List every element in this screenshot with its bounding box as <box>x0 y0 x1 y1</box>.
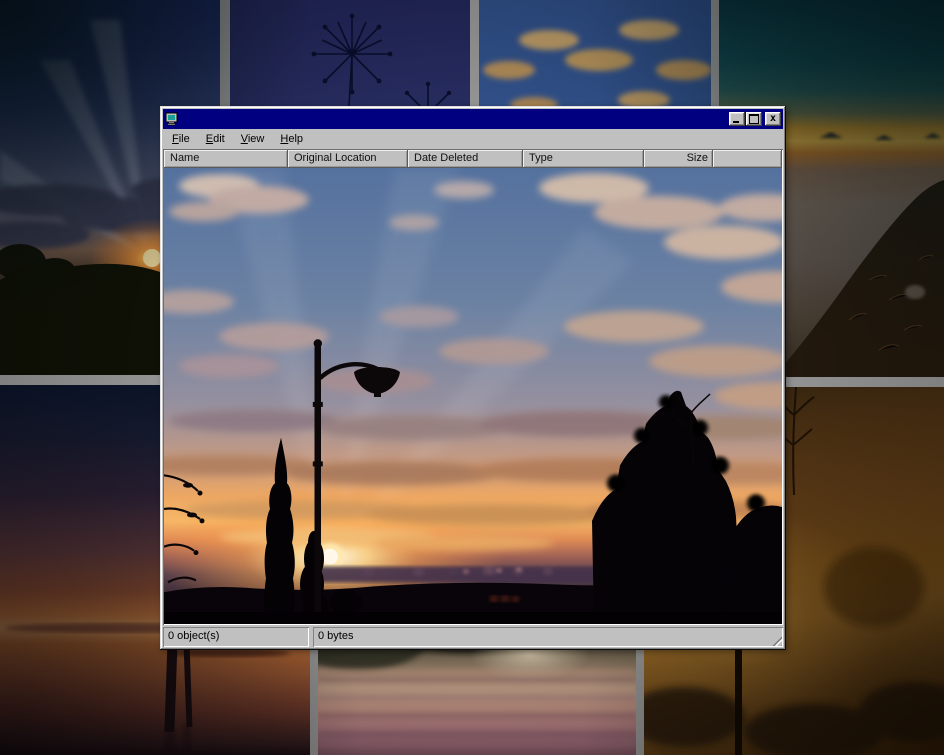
column-header-date-deleted[interactable]: Date Deleted <box>408 150 523 168</box>
menu-bar: File Edit View Help <box>163 129 783 149</box>
title-bar[interactable]: x <box>163 109 783 129</box>
close-icon[interactable]: x <box>765 112 781 126</box>
list-view-area-lamp-sunset-photo[interactable] <box>164 168 782 624</box>
status-bar: 0 object(s) 0 bytes <box>163 627 783 647</box>
computer-icon <box>165 112 179 126</box>
menu-edit[interactable]: Edit <box>198 131 233 148</box>
menu-file[interactable]: File <box>164 131 198 148</box>
menu-view[interactable]: View <box>233 131 273 148</box>
desktop: { "window": { "title": "", "app_icon": "… <box>0 0 944 755</box>
status-size: 0 bytes <box>313 627 783 647</box>
column-header-name[interactable]: Name <box>164 150 288 168</box>
column-header-type[interactable]: Type <box>523 150 644 168</box>
column-header-size[interactable]: Size <box>644 150 713 168</box>
resize-grip[interactable] <box>769 633 782 646</box>
status-object-count: 0 object(s) <box>163 627 309 647</box>
column-header-original-location[interactable]: Original Location <box>288 150 408 168</box>
recycle-bin-window: x File Edit View Help Name Original Loca… <box>160 106 786 650</box>
column-headers: Name Original Location Date Deleted Type… <box>164 150 782 168</box>
column-header-empty[interactable] <box>713 150 782 168</box>
minimize-icon[interactable] <box>729 112 745 126</box>
file-list-frame: Name Original Location Date Deleted Type… <box>163 149 783 625</box>
status-size-text: 0 bytes <box>318 630 353 642</box>
menu-help[interactable]: Help <box>272 131 311 148</box>
maximize-icon[interactable] <box>746 112 762 126</box>
